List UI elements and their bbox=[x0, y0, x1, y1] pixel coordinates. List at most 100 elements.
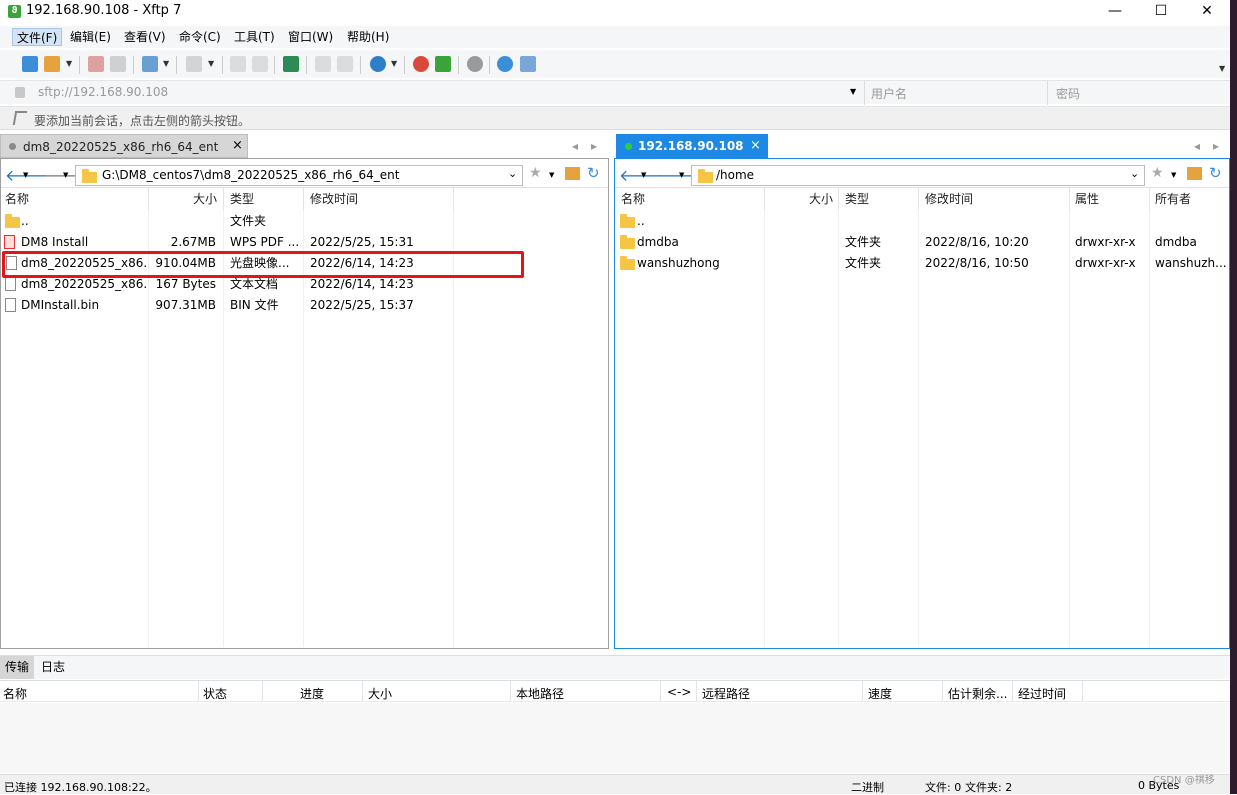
col-elapsed-header[interactable]: 经过时间 bbox=[1018, 685, 1066, 702]
refresh-icon[interactable]: ↻ bbox=[1209, 164, 1222, 182]
col-type-header[interactable]: 类型 bbox=[230, 188, 254, 210]
menu-edit[interactable]: 编辑(E) bbox=[66, 28, 115, 46]
username-input[interactable]: 用户名 bbox=[871, 85, 907, 102]
file-row[interactable]: dmdba 文件夹 2022/8/16, 10:20 drwxr-xr-x dm… bbox=[615, 232, 1229, 253]
col-divider[interactable] bbox=[453, 188, 454, 210]
password-input[interactable]: 密码 bbox=[1056, 85, 1080, 102]
col-divider[interactable] bbox=[918, 188, 919, 210]
minimize-button[interactable]: — bbox=[1092, 0, 1138, 24]
col-divider[interactable] bbox=[1082, 681, 1083, 701]
menu-tools[interactable]: 工具(T) bbox=[230, 28, 279, 46]
chevron-down-icon[interactable]: ▼ bbox=[66, 59, 72, 68]
chevron-down-icon[interactable]: ▼ bbox=[850, 87, 856, 96]
close-window-button[interactable]: ✕ bbox=[1184, 0, 1230, 24]
chevron-down-icon[interactable]: ▼ bbox=[641, 171, 646, 179]
paste-icon[interactable] bbox=[252, 56, 268, 72]
chevron-down-icon[interactable]: ⌄ bbox=[508, 167, 517, 180]
maximize-button[interactable]: ☐ bbox=[1138, 0, 1184, 24]
col-divider[interactable] bbox=[1069, 188, 1070, 210]
col-divider[interactable] bbox=[362, 681, 363, 701]
col-size-header[interactable]: 大小 bbox=[149, 188, 217, 210]
chevron-down-icon[interactable]: ▼ bbox=[163, 59, 169, 68]
chevron-down-icon[interactable]: ▼ bbox=[63, 171, 68, 179]
host-input[interactable]: sftp://192.168.90.108 bbox=[38, 85, 168, 99]
menu-help[interactable]: 帮助(H) bbox=[343, 28, 393, 46]
chevron-down-icon[interactable]: ▼ bbox=[549, 171, 554, 179]
remote-path-input[interactable]: /home ⌄ bbox=[691, 165, 1145, 186]
menu-command[interactable]: 命令(C) bbox=[175, 28, 225, 46]
disconnect-icon[interactable] bbox=[110, 56, 126, 72]
menu-window[interactable]: 窗口(W) bbox=[284, 28, 337, 46]
chevron-down-icon[interactable]: ▼ bbox=[679, 171, 684, 179]
tab-close-icon[interactable]: × bbox=[750, 134, 761, 158]
tab-local-folder[interactable]: dm8_20220525_x86_rh6_64_ent bbox=[0, 134, 248, 158]
gear-icon[interactable] bbox=[467, 56, 483, 72]
chevron-down-icon[interactable]: ▼ bbox=[1171, 171, 1176, 179]
col-name-header[interactable]: 名称 bbox=[621, 188, 645, 210]
col-divider[interactable] bbox=[838, 188, 839, 210]
col-divider[interactable] bbox=[660, 681, 661, 701]
col-attrs-header[interactable]: 属性 bbox=[1075, 188, 1099, 210]
col-eta-header[interactable]: 估计剩余... bbox=[948, 685, 1007, 702]
new-folder-icon[interactable] bbox=[142, 56, 158, 72]
col-modified-header[interactable]: 修改时间 bbox=[310, 188, 358, 210]
col-divider[interactable] bbox=[862, 681, 863, 701]
sync-icon[interactable] bbox=[283, 56, 299, 72]
tab-close-icon[interactable]: × bbox=[232, 134, 243, 158]
menu-file[interactable]: 文件(F) bbox=[12, 28, 63, 46]
col-remote-path-header[interactable]: 远程路径 bbox=[702, 685, 750, 702]
col-type-header[interactable]: 类型 bbox=[845, 188, 869, 210]
chevron-down-icon[interactable]: ⌄ bbox=[1130, 167, 1139, 180]
col-divider[interactable] bbox=[1012, 681, 1013, 701]
col-size-header[interactable]: 大小 bbox=[368, 685, 392, 702]
col-size-header[interactable]: 大小 bbox=[765, 188, 833, 210]
tab-log[interactable]: 日志 bbox=[41, 656, 65, 679]
tab-next-icon[interactable]: ▸ bbox=[591, 139, 597, 153]
refresh-icon[interactable]: ↻ bbox=[587, 164, 600, 182]
xftp-icon[interactable] bbox=[435, 56, 451, 72]
chevron-down-icon[interactable]: ▼ bbox=[208, 59, 214, 68]
col-local-path-header[interactable]: 本地路径 bbox=[516, 685, 564, 702]
col-divider[interactable] bbox=[198, 681, 199, 701]
col-divider[interactable] bbox=[942, 681, 943, 701]
col-divider[interactable] bbox=[696, 681, 697, 701]
transfer-mode[interactable]: 二进制 bbox=[851, 779, 884, 795]
file-row[interactable]: DM8 Install 2.67MB WPS PDF ... 2022/5/25… bbox=[1, 232, 608, 253]
tab-next-icon[interactable]: ▸ bbox=[1213, 139, 1219, 153]
col-speed-header[interactable]: 速度 bbox=[868, 685, 892, 702]
col-divider[interactable] bbox=[262, 681, 263, 701]
col-divider[interactable] bbox=[303, 188, 304, 210]
file-row[interactable]: wanshuzhong 文件夹 2022/8/16, 10:50 drwxr-x… bbox=[615, 253, 1229, 274]
upload-icon[interactable] bbox=[315, 56, 331, 72]
col-divider[interactable] bbox=[223, 188, 224, 210]
local-path-input[interactable]: G:\DM8_centos7\dm8_20220525_x86_rh6_64_e… bbox=[75, 165, 523, 186]
file-row[interactable]: .. 文件夹 bbox=[1, 211, 608, 232]
toolbar-overflow-icon[interactable]: ▼ bbox=[1219, 64, 1225, 73]
tab-transfer[interactable]: 传输 bbox=[0, 656, 34, 679]
col-name-header[interactable]: 名称 bbox=[5, 188, 29, 210]
col-owner-header[interactable]: 所有者 bbox=[1155, 188, 1191, 210]
menu-view[interactable]: 查看(V) bbox=[120, 28, 170, 46]
col-divider[interactable] bbox=[510, 681, 511, 701]
home-folder-icon[interactable] bbox=[565, 167, 580, 180]
copy-icon[interactable] bbox=[230, 56, 246, 72]
download-icon[interactable] bbox=[337, 56, 353, 72]
tab-prev-icon[interactable]: ◂ bbox=[1194, 139, 1200, 153]
col-name-header[interactable]: 名称 bbox=[3, 685, 27, 702]
chat-icon[interactable] bbox=[520, 56, 536, 72]
help-icon[interactable] bbox=[497, 56, 513, 72]
chevron-down-icon[interactable]: ▼ bbox=[23, 171, 28, 179]
pointer-icon[interactable] bbox=[12, 111, 28, 125]
bookmark-star-icon[interactable]: ★ bbox=[1151, 165, 1164, 181]
col-direction-header[interactable]: <-> bbox=[667, 685, 691, 699]
xshell-icon[interactable] bbox=[413, 56, 429, 72]
tab-remote-session[interactable]: 192.168.90.108 bbox=[616, 134, 768, 158]
home-folder-icon[interactable] bbox=[1187, 167, 1202, 180]
chevron-down-icon[interactable]: ▼ bbox=[391, 59, 397, 68]
col-status-header[interactable]: 状态 bbox=[203, 685, 227, 702]
connect-icon[interactable] bbox=[88, 56, 104, 72]
file-row[interactable]: .. bbox=[615, 211, 1229, 232]
bookmark-star-icon[interactable]: ★ bbox=[529, 165, 542, 181]
view-icon[interactable] bbox=[186, 56, 202, 72]
new-session-icon[interactable] bbox=[22, 56, 38, 72]
